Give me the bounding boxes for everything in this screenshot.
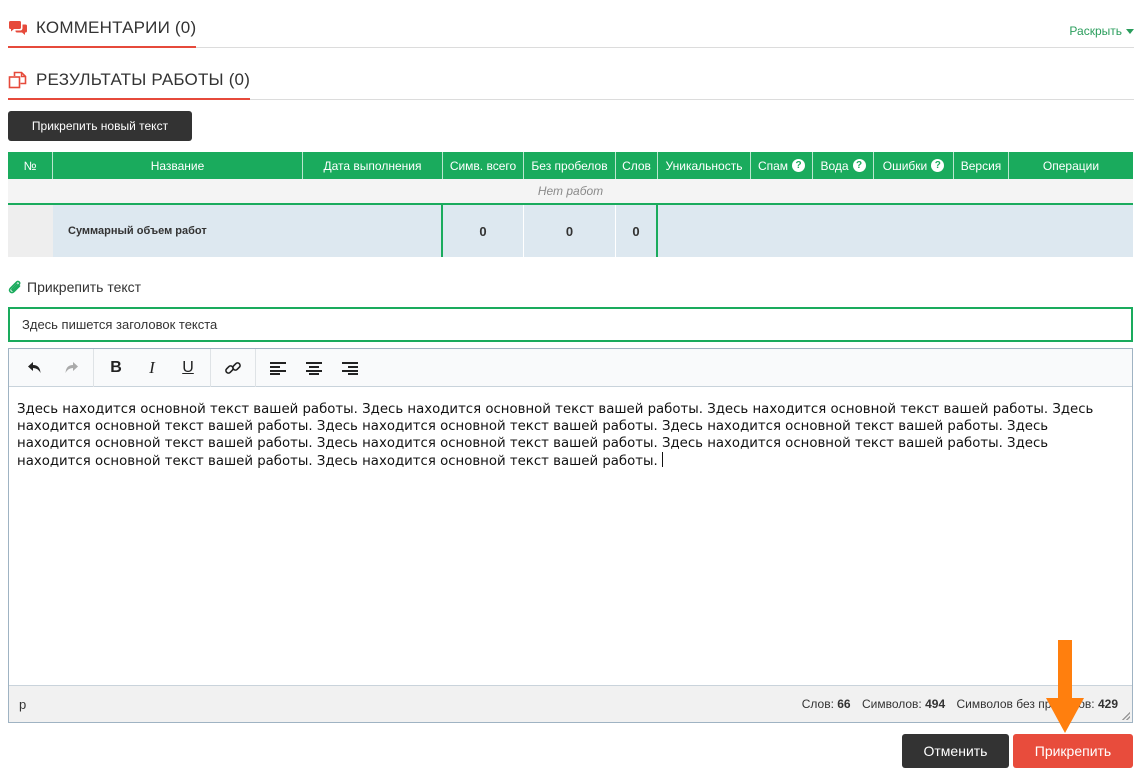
summary-row: Суммарный объем работ 0 0 0: [8, 205, 1133, 257]
attach-new-text-button[interactable]: Прикрепить новый текст: [8, 111, 192, 141]
format-group: B I U: [94, 348, 211, 387]
expand-link-text: Раскрыть: [1069, 24, 1122, 38]
water-label: Вода: [820, 158, 849, 173]
results-title: РЕЗУЛЬТАТЫ РАБОТЫ (0): [8, 70, 251, 100]
comments-icon: [9, 21, 27, 35]
align-left-icon[interactable]: [264, 354, 292, 382]
editor-body-text: Здесь находится основной текст вашей раб…: [17, 402, 1094, 469]
comments-title: КОММЕНТАРИИ (0): [8, 18, 197, 48]
chars-nospace-label: Символов без пробелов:: [956, 697, 1095, 711]
align-right-icon[interactable]: [336, 354, 364, 382]
col-header-uniqueness[interactable]: Уникальность: [658, 152, 751, 179]
resize-handle[interactable]: [1122, 712, 1130, 720]
col-header-operations: Операции: [1042, 158, 1100, 173]
history-group: [13, 348, 94, 387]
attach-button[interactable]: Прикрепить: [1013, 734, 1133, 768]
summary-no-spaces: 0: [524, 205, 616, 257]
attach-text-label-text: Прикрепить текст: [27, 279, 142, 295]
chars-count: 494: [925, 697, 946, 711]
summary-rest-cell: [658, 205, 1133, 257]
help-icon[interactable]: ?: [852, 159, 866, 172]
text-title-input[interactable]: Здесь пишется заголовок текста: [8, 307, 1133, 342]
col-header-water[interactable]: Вода ?: [813, 152, 874, 179]
word-count-stats: Слов: 66 Символов: 494 Символов без проб…: [794, 697, 1118, 711]
help-icon[interactable]: ?: [931, 159, 945, 172]
link-icon[interactable]: [219, 354, 247, 382]
col-header-name[interactable]: Название: [53, 152, 303, 179]
cancel-button[interactable]: Отменить: [902, 734, 1009, 768]
words-label: Слов:: [801, 697, 834, 711]
chars-label: Символов:: [861, 697, 922, 711]
link-group: [211, 348, 256, 387]
editor-statusbar: p Слов: 66 Символов: 494 Символов без пр…: [9, 685, 1132, 722]
results-table: № Название Дата выполнения Симв. всего Б…: [8, 152, 1133, 257]
table-header-row: № Название Дата выполнения Симв. всего Б…: [8, 152, 1133, 179]
results-section-header: РЕЗУЛЬТАТЫ РАБОТЫ (0): [8, 52, 1134, 100]
paperclip-icon: [8, 280, 21, 294]
expand-comments-link[interactable]: Раскрыть: [1069, 24, 1134, 38]
redo-icon[interactable]: [57, 354, 85, 382]
words-count: 66: [837, 697, 851, 711]
col-header-chars-total[interactable]: Симв. всего: [443, 152, 524, 179]
italic-icon[interactable]: I: [138, 354, 166, 382]
element-path[interactable]: p: [19, 697, 26, 712]
bold-icon[interactable]: B: [102, 354, 130, 382]
text-cursor: [661, 452, 663, 467]
rich-text-editor: B I U Здесь находится основной текст ваш…: [8, 348, 1133, 723]
col-header-version[interactable]: Версия: [954, 152, 1009, 179]
col-header-errors[interactable]: Ошибки ?: [874, 152, 954, 179]
attach-text-label: Прикрепить текст: [8, 279, 141, 295]
errors-label: Ошибки: [882, 158, 928, 173]
comments-title-text: КОММЕНТАРИИ (0): [36, 18, 197, 37]
spam-label: Спам: [757, 158, 789, 173]
copy-docs-icon: [8, 71, 27, 89]
align-center-icon[interactable]: [300, 354, 328, 382]
underline-icon[interactable]: U: [174, 354, 202, 382]
col-header-spam[interactable]: Спам ?: [751, 152, 813, 179]
col-header-words[interactable]: Слов: [616, 152, 658, 179]
chars-nospace-count: 429: [1097, 697, 1118, 711]
summary-empty-cell: [8, 205, 53, 257]
summary-words: 0: [616, 205, 658, 257]
col-header-date[interactable]: Дата выполнения: [303, 152, 443, 179]
caret-down-icon: [1126, 28, 1134, 34]
empty-table-message: Нет работ: [8, 179, 1133, 205]
results-title-text: РЕЗУЛЬТАТЫ РАБОТЫ (0): [36, 70, 251, 89]
align-group: [256, 349, 372, 387]
editor-toolbar: B I U: [9, 348, 1132, 387]
summary-label: Суммарный объем работ: [53, 205, 443, 257]
editor-content-area[interactable]: Здесь находится основной текст вашей раб…: [9, 387, 1132, 685]
summary-chars-total: 0: [443, 205, 524, 257]
undo-icon[interactable]: [21, 354, 49, 382]
help-icon[interactable]: ?: [792, 159, 806, 172]
comments-section-header: КОММЕНТАРИИ (0) Раскрыть: [8, 0, 1134, 48]
col-header-no[interactable]: №: [8, 152, 53, 179]
col-header-no-spaces[interactable]: Без пробелов: [524, 152, 616, 179]
